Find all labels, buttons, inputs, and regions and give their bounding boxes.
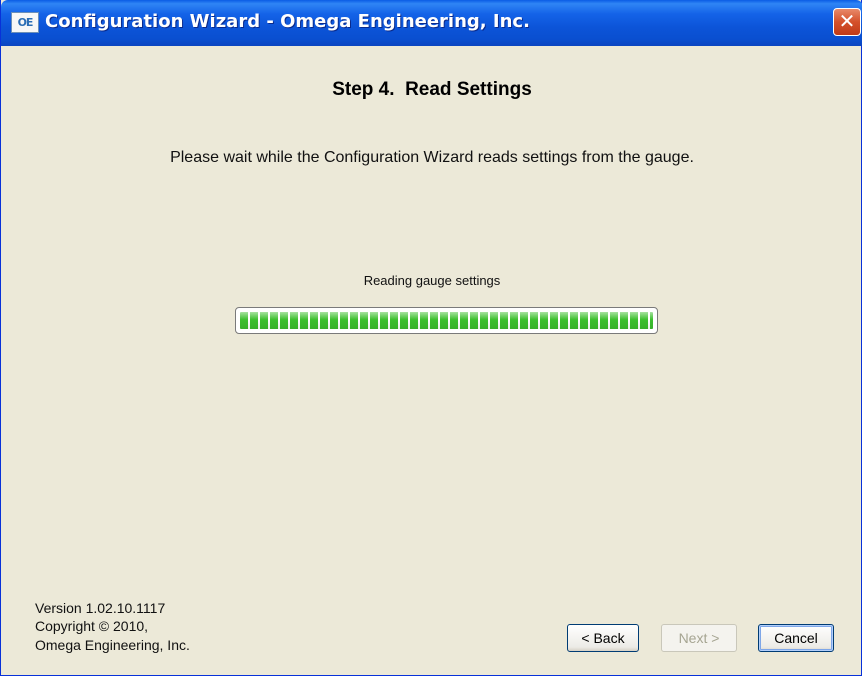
back-button[interactable]: < Back xyxy=(567,624,639,652)
copyright-text: Copyright © 2010, xyxy=(35,618,149,634)
wizard-content: Step 4. Read Settings Please wait while … xyxy=(9,46,855,668)
app-icon: OE xyxy=(11,12,39,33)
progress-label: Reading gauge settings xyxy=(363,273,501,288)
window-title: Configuration Wizard - Omega Engineering… xyxy=(45,11,530,32)
close-icon: ✕ xyxy=(838,9,856,33)
progress-bar xyxy=(235,307,658,334)
cancel-button[interactable]: Cancel xyxy=(758,624,834,652)
instruction-text: Please wait while the Configuration Wiza… xyxy=(170,149,694,166)
company-text: Omega Engineering, Inc. xyxy=(35,637,190,653)
version-text: Version 1.02.10.1117 xyxy=(35,600,166,616)
close-button[interactable]: ✕ xyxy=(833,8,861,36)
title-bar[interactable]: OE Configuration Wizard - Omega Engineer… xyxy=(1,0,862,46)
step-title: Step 4. Read Settings xyxy=(332,79,532,100)
progress-fill-gloss xyxy=(240,312,653,329)
next-button[interactable]: Next > xyxy=(661,624,737,652)
wizard-window: OE Configuration Wizard - Omega Engineer… xyxy=(0,0,862,676)
progress-fill xyxy=(240,312,653,329)
